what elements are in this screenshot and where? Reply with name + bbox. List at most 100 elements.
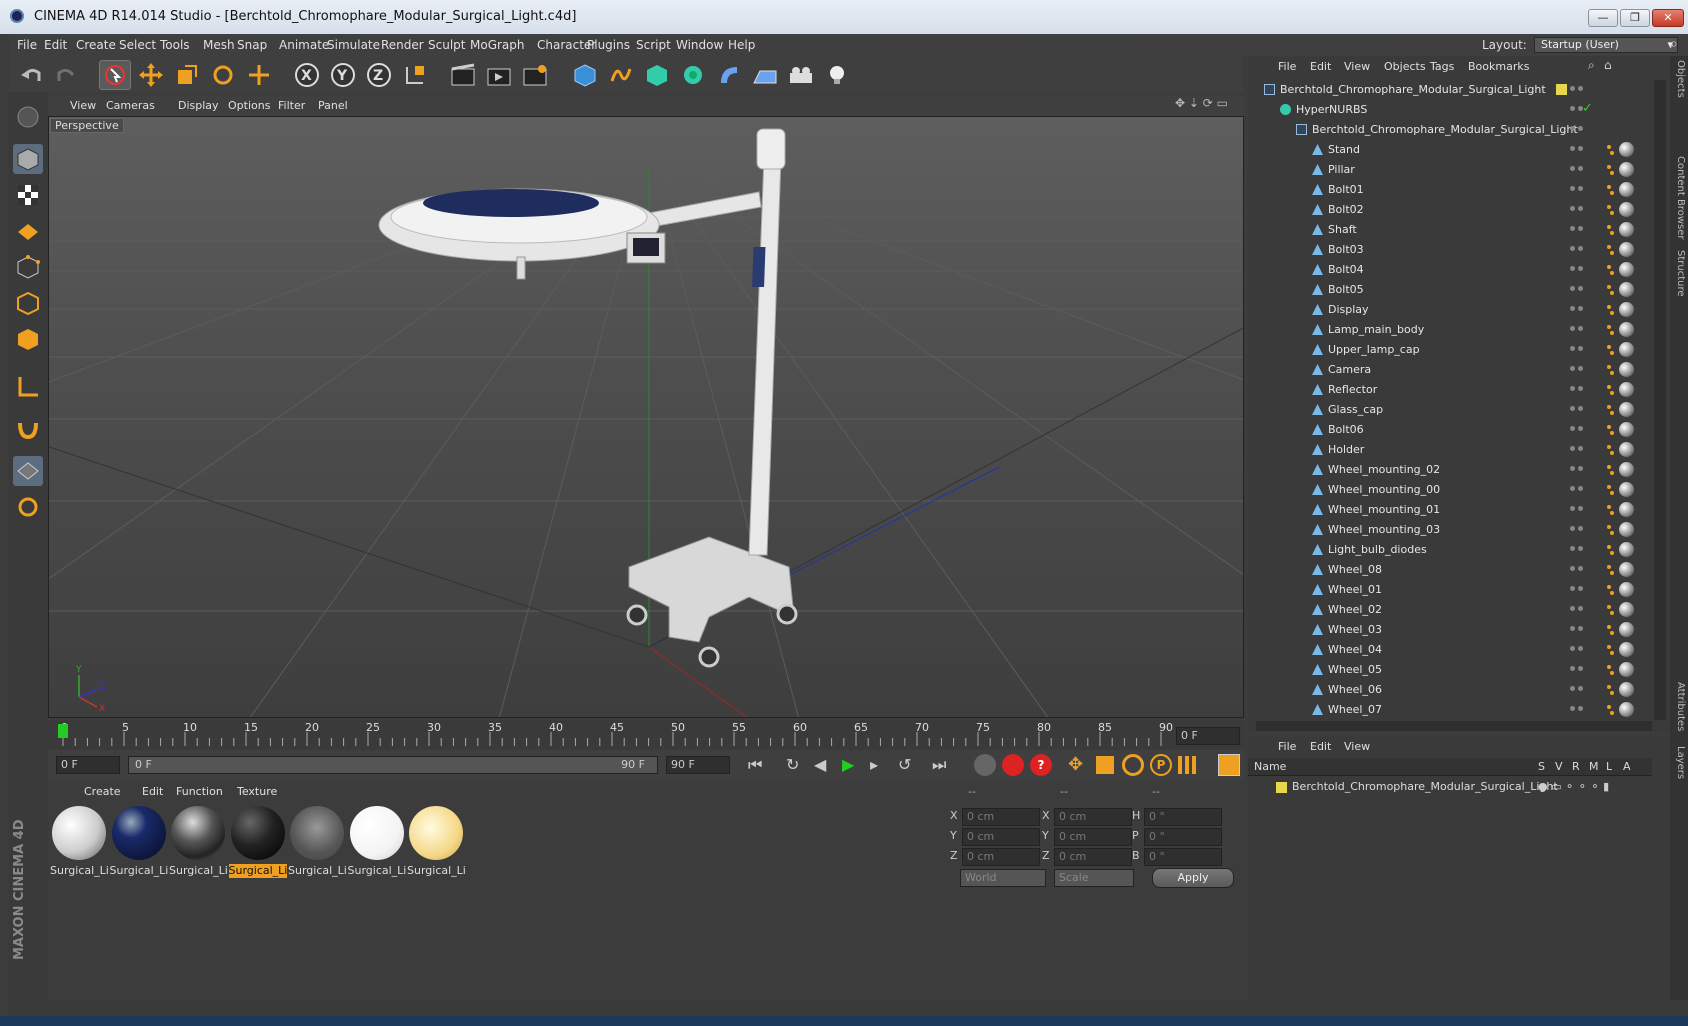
visibility-dots[interactable] bbox=[1570, 686, 1594, 694]
side-tab-objects[interactable]: Objects bbox=[1672, 60, 1686, 98]
visibility-dots[interactable] bbox=[1570, 566, 1594, 574]
phong-tag-icon[interactable] bbox=[1606, 504, 1616, 516]
material-tag-icon[interactable] bbox=[1619, 402, 1634, 417]
scale-icon[interactable] bbox=[171, 60, 203, 90]
material-tag-icon[interactable] bbox=[1619, 222, 1634, 237]
layer-menu-view[interactable]: View bbox=[1344, 740, 1370, 753]
menu-plugins[interactable]: Plugins bbox=[587, 38, 630, 52]
y-axis-lock-icon[interactable]: Y bbox=[327, 60, 359, 90]
viewport-menu-display[interactable]: Display bbox=[178, 99, 219, 112]
prev-key-icon[interactable]: ↻ bbox=[786, 755, 799, 774]
layer-row[interactable]: Berchtold_Chromophare_Modular_Surgical_L… bbox=[1248, 778, 1652, 796]
object-menu-tags[interactable]: Tags bbox=[1430, 60, 1454, 73]
phong-tag-icon[interactable] bbox=[1606, 404, 1616, 416]
material-tag-icon[interactable] bbox=[1619, 302, 1634, 317]
coord-value-field[interactable]: 0 cm bbox=[1054, 808, 1132, 826]
visibility-dots[interactable] bbox=[1570, 666, 1594, 674]
material-tag-icon[interactable] bbox=[1619, 642, 1634, 657]
material-swatch[interactable]: Surgical_Li bbox=[348, 806, 406, 878]
edges-mode-icon[interactable] bbox=[13, 288, 43, 318]
visibility-dots[interactable] bbox=[1570, 126, 1594, 134]
object-row[interactable]: Glass_cap bbox=[1248, 400, 1652, 420]
material-tag-icon[interactable] bbox=[1619, 362, 1634, 377]
phong-tag-icon[interactable] bbox=[1606, 144, 1616, 156]
object-row[interactable]: Wheel_07 bbox=[1248, 700, 1652, 720]
object-row[interactable]: Bolt04 bbox=[1248, 260, 1652, 280]
object-row[interactable]: Bolt01 bbox=[1248, 180, 1652, 200]
coord-mode-select[interactable]: Scale bbox=[1054, 869, 1134, 887]
visibility-dots[interactable] bbox=[1570, 486, 1594, 494]
material-tag-icon[interactable] bbox=[1619, 562, 1634, 577]
material-tag-icon[interactable] bbox=[1619, 482, 1634, 497]
planar-workplane-icon[interactable] bbox=[13, 492, 43, 522]
minimize-button[interactable]: — bbox=[1588, 9, 1618, 27]
play-icon[interactable]: ▶ bbox=[842, 755, 854, 774]
side-tab-content-browser[interactable]: Content Browser bbox=[1672, 156, 1686, 239]
material-tag-icon[interactable] bbox=[1619, 422, 1634, 437]
menu-sculpt[interactable]: Sculpt bbox=[428, 38, 465, 52]
object-row[interactable]: Camera bbox=[1248, 360, 1652, 380]
coord-value-field[interactable]: 0 cm bbox=[1054, 828, 1132, 846]
phong-tag-icon[interactable] bbox=[1606, 684, 1616, 696]
object-row[interactable]: Stand bbox=[1248, 140, 1652, 160]
layer-menu-file[interactable]: File bbox=[1278, 740, 1296, 753]
menu-file[interactable]: File bbox=[17, 38, 37, 52]
visibility-dots[interactable] bbox=[1570, 646, 1594, 654]
search-icon[interactable]: ⌕ bbox=[1670, 36, 1678, 52]
visibility-dots[interactable] bbox=[1570, 406, 1594, 414]
visibility-dots[interactable] bbox=[1570, 606, 1594, 614]
render-settings-icon[interactable] bbox=[519, 60, 551, 90]
coord-space-select[interactable]: World bbox=[960, 869, 1046, 887]
menu-mesh[interactable]: Mesh bbox=[203, 38, 235, 52]
object-row[interactable]: Shaft bbox=[1248, 220, 1652, 240]
phong-tag-icon[interactable] bbox=[1606, 704, 1616, 716]
coord-value-field[interactable]: 0 cm bbox=[962, 828, 1040, 846]
material-tag-icon[interactable] bbox=[1619, 322, 1634, 337]
viewport-menu-panel[interactable]: Panel bbox=[318, 99, 348, 112]
menu-render[interactable]: Render bbox=[381, 38, 424, 52]
layer-menu-edit[interactable]: Edit bbox=[1310, 740, 1331, 753]
material-tag-icon[interactable] bbox=[1619, 202, 1634, 217]
timeline-playhead[interactable] bbox=[58, 724, 68, 738]
material-swatch[interactable]: Surgical_Li bbox=[110, 806, 168, 878]
key-parameter-icon[interactable]: P bbox=[1150, 754, 1172, 776]
object-menu-bookmarks[interactable]: Bookmarks bbox=[1468, 60, 1529, 73]
material-swatch[interactable]: Surgical_Li bbox=[407, 806, 465, 878]
material-swatch[interactable]: Surgical_Li bbox=[169, 806, 227, 878]
material-tag-icon[interactable] bbox=[1619, 282, 1634, 297]
render-picture-viewer-icon[interactable] bbox=[483, 60, 515, 90]
phong-tag-icon[interactable] bbox=[1606, 284, 1616, 296]
visibility-dots[interactable] bbox=[1570, 546, 1594, 554]
object-row[interactable]: Light_bulb_diodes bbox=[1248, 540, 1652, 560]
visibility-dots[interactable] bbox=[1570, 246, 1594, 254]
material-tag-icon[interactable] bbox=[1619, 602, 1634, 617]
object-row[interactable]: Wheel_mounting_00 bbox=[1248, 480, 1652, 500]
visibility-dots[interactable] bbox=[1570, 226, 1594, 234]
apply-button[interactable]: Apply bbox=[1152, 868, 1234, 888]
object-row[interactable]: Bolt03 bbox=[1248, 240, 1652, 260]
object-menu-file[interactable]: File bbox=[1278, 60, 1296, 73]
array-icon[interactable] bbox=[677, 60, 709, 90]
layout-select[interactable]: Startup (User) ▾ bbox=[1534, 37, 1678, 53]
object-home-icon[interactable]: ⌂ bbox=[1604, 58, 1612, 72]
object-row[interactable]: Wheel_08 bbox=[1248, 560, 1652, 580]
snap-icon[interactable] bbox=[13, 414, 43, 444]
goto-end-icon[interactable]: ⏭ bbox=[932, 755, 946, 775]
object-menu-view[interactable]: View bbox=[1344, 60, 1370, 73]
material-tag-icon[interactable] bbox=[1619, 342, 1634, 357]
object-scrollbar[interactable] bbox=[1654, 80, 1666, 720]
phong-tag-icon[interactable] bbox=[1606, 544, 1616, 556]
object-row[interactable]: Pillar bbox=[1248, 160, 1652, 180]
material-tag-icon[interactable] bbox=[1619, 502, 1634, 517]
polygons-mode-icon[interactable] bbox=[13, 324, 43, 354]
object-row[interactable]: Display bbox=[1248, 300, 1652, 320]
menu-script[interactable]: Script bbox=[636, 38, 671, 52]
viewport-menu-options[interactable]: Options bbox=[228, 99, 270, 112]
object-row[interactable]: Holder bbox=[1248, 440, 1652, 460]
key-position-icon[interactable]: ✥ bbox=[1068, 754, 1083, 775]
material-tag-icon[interactable] bbox=[1619, 262, 1634, 277]
viewport-nav-icons[interactable]: ✥ ⇣ ⟳ ▭ bbox=[1175, 96, 1228, 110]
phong-tag-icon[interactable] bbox=[1606, 264, 1616, 276]
visibility-dots[interactable] bbox=[1570, 586, 1594, 594]
key-pla-icon[interactable] bbox=[1178, 756, 1198, 774]
